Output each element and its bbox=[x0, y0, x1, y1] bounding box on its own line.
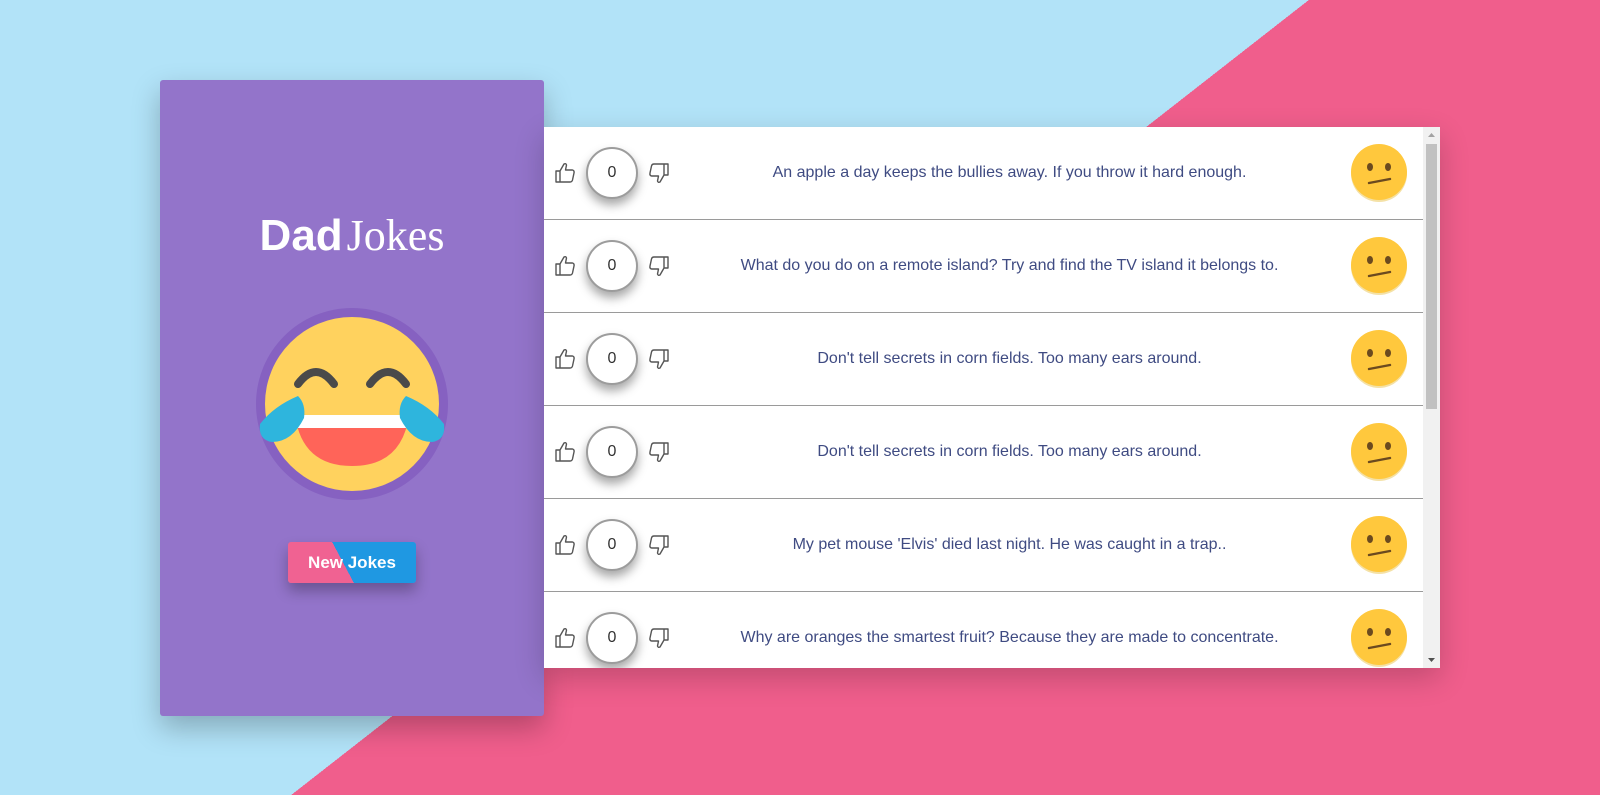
thumbs-down-icon[interactable] bbox=[647, 161, 671, 185]
vote-controls: 0 bbox=[544, 612, 670, 664]
thumbs-up-icon[interactable] bbox=[553, 254, 577, 278]
scroll-up-icon[interactable] bbox=[1423, 127, 1440, 143]
vote-count: 0 bbox=[586, 519, 638, 571]
thumbs-down-icon[interactable] bbox=[647, 533, 671, 557]
thumbs-down-icon[interactable] bbox=[647, 347, 671, 371]
thumbs-up-icon[interactable] bbox=[553, 626, 577, 650]
new-jokes-button[interactable]: New Jokes bbox=[288, 542, 416, 583]
confused-face-icon bbox=[1349, 143, 1409, 203]
vote-controls: 0 bbox=[544, 147, 670, 199]
vote-count: 0 bbox=[586, 333, 638, 385]
thumbs-up-icon[interactable] bbox=[553, 347, 577, 371]
joke-text: Why are oranges the smartest fruit? Beca… bbox=[740, 629, 1279, 646]
confused-face-icon bbox=[1349, 236, 1409, 296]
app-title-bold: Dad bbox=[259, 211, 343, 260]
vote-controls: 0 bbox=[544, 333, 670, 385]
app-title: DadJokes bbox=[260, 214, 445, 258]
scrollbar[interactable] bbox=[1423, 127, 1440, 668]
joke-text: My pet mouse 'Elvis' died last night. He… bbox=[792, 536, 1227, 553]
vote-controls: 0 bbox=[544, 240, 670, 292]
joke-row: 0 My pet mouse 'Elvis' died last night. H… bbox=[544, 499, 1423, 592]
thumbs-up-icon[interactable] bbox=[553, 440, 577, 464]
laughing-crying-face-icon bbox=[252, 304, 452, 504]
joke-row: 0 What do you do on a remote island? Try … bbox=[544, 220, 1423, 313]
app-title-light: Jokes bbox=[346, 211, 445, 260]
confused-face-icon bbox=[1349, 422, 1409, 482]
scroll-down-icon[interactable] bbox=[1423, 652, 1440, 668]
thumbs-down-icon[interactable] bbox=[647, 254, 671, 278]
joke-row: 0 Why are oranges the smartest fruit? Bec… bbox=[544, 592, 1423, 668]
vote-count: 0 bbox=[586, 147, 638, 199]
vote-count: 0 bbox=[586, 240, 638, 292]
vote-count: 0 bbox=[586, 612, 638, 664]
thumbs-down-icon[interactable] bbox=[647, 626, 671, 650]
joke-text: Don't tell secrets in corn fields. Too m… bbox=[817, 443, 1202, 460]
joke-row: 0 An apple a day keeps the bullies away. … bbox=[544, 127, 1423, 220]
joke-row: 0 Don't tell secrets in corn fields. Too … bbox=[544, 406, 1423, 499]
confused-face-icon bbox=[1349, 608, 1409, 668]
scroll-thumb[interactable] bbox=[1426, 144, 1437, 409]
joke-row: 0 Don't tell secrets in corn fields. Too … bbox=[544, 313, 1423, 406]
joke-text: Don't tell secrets in corn fields. Too m… bbox=[817, 350, 1202, 367]
confused-face-icon bbox=[1349, 329, 1409, 389]
jokes-panel: 0 An apple a day keeps the bullies away. … bbox=[544, 127, 1440, 668]
vote-controls: 0 bbox=[544, 519, 670, 571]
thumbs-up-icon[interactable] bbox=[553, 161, 577, 185]
vote-controls: 0 bbox=[544, 426, 670, 478]
vote-count: 0 bbox=[586, 426, 638, 478]
jokes-list[interactable]: 0 An apple a day keeps the bullies away. … bbox=[544, 127, 1423, 668]
thumbs-down-icon[interactable] bbox=[647, 440, 671, 464]
confused-face-icon bbox=[1349, 515, 1409, 575]
thumbs-up-icon[interactable] bbox=[553, 533, 577, 557]
sidebar: DadJokes New Jokes bbox=[160, 80, 544, 716]
joke-text: An apple a day keeps the bullies away. I… bbox=[772, 164, 1247, 181]
joke-text: What do you do on a remote island? Try a… bbox=[740, 257, 1279, 274]
